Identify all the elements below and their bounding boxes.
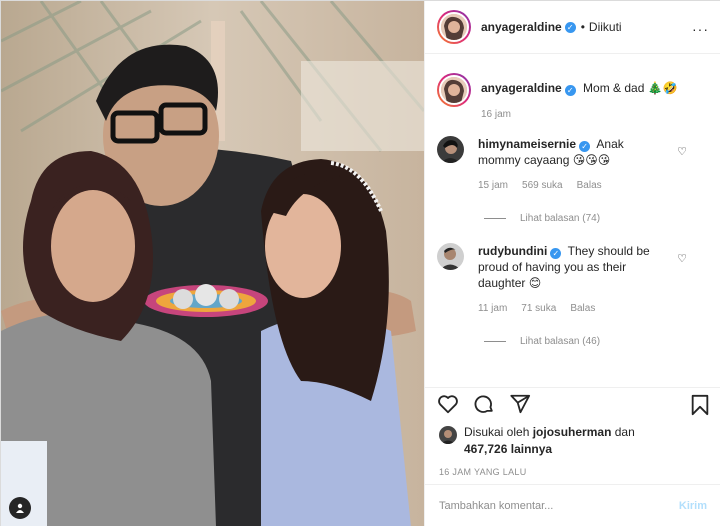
commenter-username[interactable]: himynameisernie: [478, 137, 576, 151]
more-options-icon[interactable]: ···: [692, 21, 709, 37]
liker-username[interactable]: jojosuherman: [533, 425, 612, 439]
family-photo-illustration: [1, 1, 424, 526]
comment-time: 15 jam: [478, 180, 509, 191]
view-replies-label[interactable]: Lihat balasan (46): [520, 336, 600, 347]
add-comment-bar: Kirim: [425, 484, 720, 526]
comment-item: himynameisernie ✓ Anak mommy cayaang 😘😘😘 …: [437, 136, 709, 194]
tagged-user-icon[interactable]: [9, 497, 31, 519]
view-replies-toggle[interactable]: Lihat balasan (74): [484, 213, 709, 224]
share-send-icon[interactable]: [509, 393, 531, 418]
post-comment-button[interactable]: Kirim: [679, 500, 707, 512]
caption-author-avatar[interactable]: [437, 73, 471, 107]
likes-count[interactable]: 467,726: [464, 442, 507, 456]
instagram-post-frame: anyageraldine ✓ • Diikuti ··· anyagerald…: [0, 0, 720, 526]
replies-divider-line: [484, 341, 506, 342]
post-photo[interactable]: [1, 1, 424, 526]
commenter-avatar[interactable]: [437, 243, 464, 270]
author-username[interactable]: anyageraldine: [481, 20, 562, 34]
verified-badge-icon: ✓: [564, 21, 576, 33]
post-actions: Disukai oleh jojosuherman dan 467,726 la…: [425, 387, 720, 526]
reply-button[interactable]: Balas: [570, 301, 595, 317]
post-timestamp[interactable]: 16 JAM YANG LALU: [425, 458, 720, 477]
view-replies-toggle[interactable]: Lihat balasan (46): [484, 336, 709, 347]
liker-avatar[interactable]: [439, 426, 457, 444]
post-header: anyageraldine ✓ • Diikuti ···: [425, 1, 720, 54]
likes-prefix: Disukai oleh: [464, 425, 530, 439]
comment-input[interactable]: [439, 500, 679, 512]
like-heart-icon[interactable]: [437, 393, 459, 418]
caption-text: Mom & dad 🎄🤣: [583, 81, 678, 95]
view-replies-label[interactable]: Lihat balasan (74): [520, 213, 600, 224]
post-side-panel: anyageraldine ✓ • Diikuti ··· anyagerald…: [424, 1, 720, 526]
author-avatar[interactable]: [437, 10, 471, 44]
verified-badge-icon: ✓: [564, 85, 576, 96]
caption-time: 16 jam: [481, 109, 512, 120]
comment-like-heart-icon[interactable]: ♡: [677, 252, 687, 265]
caption: anyageraldine ✓ Mom & dad 🎄🤣 16 jam: [437, 54, 709, 120]
comment-bubble-icon[interactable]: [473, 393, 495, 418]
comment-item: rudybundini ✓ They should be proud of hav…: [437, 243, 709, 317]
likes-suffix[interactable]: lainnya: [511, 442, 552, 456]
comments-section: anyageraldine ✓ Mom & dad 🎄🤣 16 jam himyn…: [425, 54, 720, 387]
save-bookmark-icon[interactable]: [689, 394, 711, 419]
comment-time: 11 jam: [478, 303, 508, 314]
likes-summary: Disukai oleh jojosuherman dan 467,726 la…: [425, 422, 720, 458]
reply-button[interactable]: Balas: [577, 178, 602, 194]
commenter-username[interactable]: rudybundini: [478, 244, 547, 258]
comment-likes[interactable]: 569 suka: [522, 178, 563, 194]
replies-divider-line: [484, 218, 506, 219]
caption-username[interactable]: anyageraldine: [481, 81, 562, 95]
likes-connector: dan: [614, 425, 635, 439]
comment-likes[interactable]: 71 suka: [521, 301, 556, 317]
verified-badge-icon: ✓: [550, 248, 562, 259]
follow-button[interactable]: Diikuti: [589, 20, 622, 34]
commenter-avatar[interactable]: [437, 136, 464, 163]
comment-like-heart-icon[interactable]: ♡: [677, 145, 687, 158]
action-icons-row: [425, 388, 720, 422]
separator-dot: •: [580, 20, 585, 34]
verified-badge-icon: ✓: [579, 141, 591, 152]
